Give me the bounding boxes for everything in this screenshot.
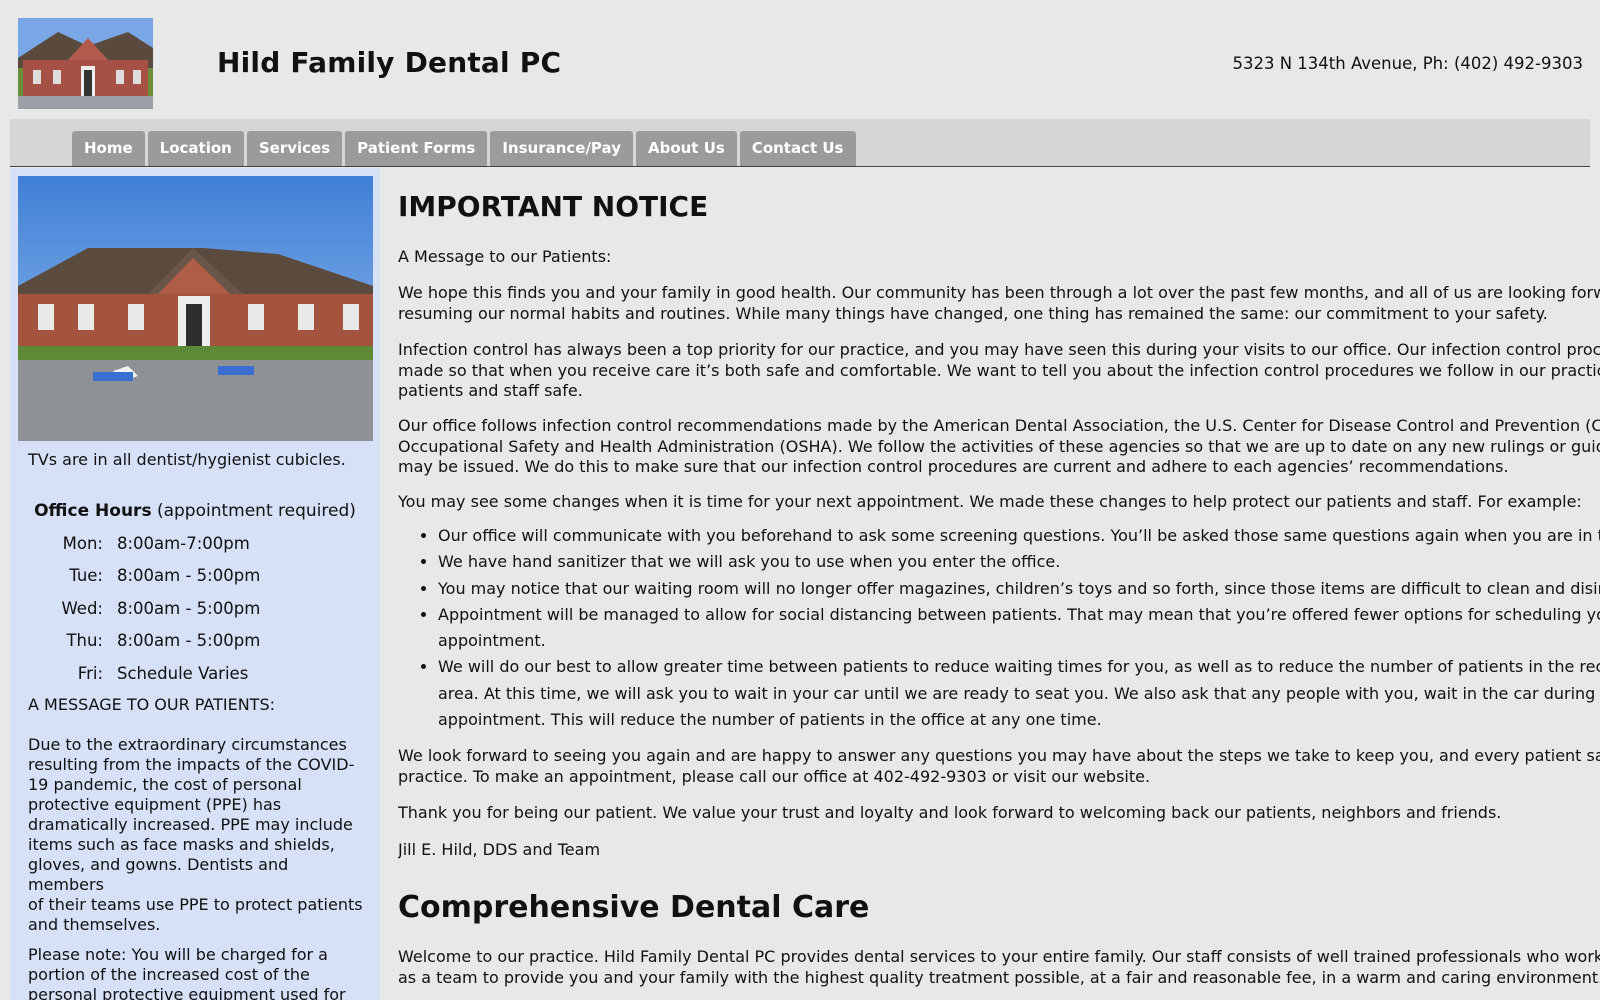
hours-row: Wed: 8:00am - 5:00pm	[10, 592, 380, 625]
message-line: items such as face masks and shields,	[28, 835, 335, 854]
note-line: personal protective equipment used for	[28, 985, 346, 1000]
paragraph-line: made so that when you receive care it’s …	[398, 360, 1600, 380]
paragraph-line: may be issued. We do this to make sure t…	[398, 457, 1509, 476]
precautions-list: Our office will communicate with you bef…	[398, 523, 1600, 733]
site-header: Hild Family Dental PC 5323 N 134th Avenu…	[0, 0, 1600, 118]
paragraph-line: Welcome to our practice. Hild Family Den…	[398, 947, 1600, 966]
paragraph-line: Infection control has always been a top …	[398, 340, 1600, 359]
hours-time: 8:00am-7:00pm	[117, 533, 250, 553]
message-line: gloves, and gowns. Dentists and members	[28, 855, 289, 894]
tv-note: TVs are in all dentist/hygienist cubicle…	[28, 450, 346, 469]
list-item: You may notice that our waiting room wil…	[438, 576, 1600, 602]
hours-day: Wed:	[61, 598, 103, 618]
site-title: Hild Family Dental PC	[217, 46, 562, 79]
message-line: 19 pandemic, the cost of personal	[28, 775, 302, 794]
message-line: protective equipment (PPE) has	[28, 795, 282, 814]
paragraph-line: We hope this finds you and your family i…	[398, 283, 1600, 302]
main-content: IMPORTANT NOTICE A Message to our Patien…	[398, 168, 1600, 1000]
hours-time: Schedule Varies	[117, 663, 249, 683]
paragraph-4: You may see some changes when it is time…	[398, 492, 1582, 513]
hours-day: Tue:	[69, 566, 103, 586]
list-item-text: We will do our best to allow greater tim…	[438, 657, 1600, 677]
notice-title: IMPORTANT NOTICE	[398, 190, 709, 223]
list-item: We will do our best to allow greater tim…	[438, 654, 1600, 733]
sidebar: TVs are in all dentist/hygienist cubicle…	[10, 168, 380, 1000]
paragraph-line: You may see some changes when it is time…	[398, 492, 1582, 511]
paragraph-5: We look forward to seeing you again and …	[398, 746, 1600, 787]
hours-row: Fri: Schedule Varies	[10, 657, 380, 690]
office-hours-title: Office Hours (appointment required)	[10, 501, 380, 521]
office-hours: Office Hours (appointment required) Mon:…	[10, 501, 380, 690]
logo-office-photo[interactable]	[18, 18, 153, 109]
paragraph-line: resuming our normal habits and routines.…	[398, 303, 1548, 323]
list-item: We have hand sanitizer that we will ask …	[438, 549, 1600, 575]
paragraph-line: Our office follows infection control rec…	[398, 416, 1600, 435]
message-line: of their teams use PPE to protect patien…	[28, 895, 363, 914]
paragraph-line: practice. To make an appointment, please…	[398, 766, 1151, 786]
hours-time: 8:00am - 5:00pm	[117, 631, 261, 651]
paragraph-1: We hope this finds you and your family i…	[398, 283, 1600, 324]
message-line: resulting from the impacts of the COVID-	[28, 755, 355, 774]
hours-row: Mon: 8:00am-7:00pm	[10, 527, 380, 560]
greeting-text: A Message to our Patients:	[398, 247, 612, 266]
message-body: Due to the extraordinary circumstances r…	[28, 735, 368, 935]
site-address: 5323 N 134th Avenue, Ph: (402) 492-9303	[1232, 54, 1583, 73]
paragraph-6: Thank you for being our patient. We valu…	[398, 803, 1501, 824]
hours-day: Thu:	[66, 631, 103, 651]
paragraph-line: Thank you for being our patient. We valu…	[398, 803, 1502, 822]
message-line: Due to the extraordinary circumstances	[28, 735, 347, 754]
list-item: Our office will communicate with you bef…	[438, 523, 1600, 549]
list-item-text: We have hand sanitizer that we will ask …	[438, 552, 1061, 572]
paragraph-7: Welcome to our practice. Hild Family Den…	[398, 947, 1600, 988]
greeting: A Message to our Patients:	[398, 247, 611, 268]
tab-insurance-pay[interactable]: Insurance/Pay	[490, 131, 633, 166]
note-line: portion of the increased cost of the	[28, 965, 310, 984]
tab-location[interactable]: Location	[147, 131, 244, 166]
list-item-text: area. At this time, we will ask you to w…	[438, 683, 1600, 703]
paragraph-2: Infection control has always been a top …	[398, 340, 1600, 402]
tab-contact-us[interactable]: Contact Us	[739, 131, 856, 166]
building-photo	[18, 176, 373, 441]
list-item-text: Our office will communicate with you bef…	[438, 526, 1600, 545]
paragraph-3: Our office follows infection control rec…	[398, 416, 1600, 478]
list-item-text: appointment.	[438, 631, 546, 651]
section-title: Comprehensive Dental Care	[398, 890, 870, 925]
hours-day: Fri:	[77, 663, 103, 683]
message-line: and themselves.	[28, 915, 161, 934]
page: Hild Family Dental PC 5323 N 134th Avenu…	[0, 0, 1600, 1000]
list-item: Appointment will be managed to allow for…	[438, 602, 1600, 655]
tab-services[interactable]: Services	[246, 131, 343, 166]
office-hours-note: (appointment required)	[156, 501, 356, 521]
paragraph-line: We look forward to seeing you again and …	[398, 746, 1600, 765]
paragraph-line: patients and staff safe.	[398, 381, 583, 400]
message-heading: A MESSAGE TO OUR PATIENTS:	[28, 695, 275, 714]
hours-row: Thu: 8:00am - 5:00pm	[10, 625, 380, 658]
office-hours-label: Office Hours	[34, 501, 152, 521]
hours-time: 8:00am - 5:00pm	[117, 566, 261, 586]
message-line: dramatically increased. PPE may include	[28, 815, 353, 834]
tab-patient-forms[interactable]: Patient Forms	[345, 131, 488, 166]
tab-about-us[interactable]: About Us	[635, 131, 737, 166]
main-nav: Home Location Services Patient Forms Ins…	[10, 119, 1590, 167]
signature: Jill E. Hild, DDS and Team	[398, 840, 600, 861]
list-item-text: Appointment will be managed to allow for…	[438, 604, 1600, 624]
list-item-text: You may notice that our waiting room wil…	[438, 578, 1600, 598]
tab-home[interactable]: Home	[72, 131, 145, 166]
note-line: Please note: You will be charged for a	[28, 945, 328, 964]
hours-day: Mon:	[62, 533, 103, 553]
hours-row: Tue: 8:00am - 5:00pm	[10, 560, 380, 593]
nav-tabs: Home Location Services Patient Forms Ins…	[72, 131, 859, 166]
paragraph-line: as a team to provide you and your family…	[398, 967, 1600, 987]
signature-text: Jill E. Hild, DDS and Team	[398, 840, 601, 859]
ppe-note: Please note: You will be charged for a p…	[28, 945, 368, 1000]
hours-time: 8:00am - 5:00pm	[117, 598, 261, 618]
paragraph-line: Occupational Safety and Health Administr…	[398, 436, 1600, 456]
list-item-text: appointment. This will reduce the number…	[438, 710, 1102, 730]
